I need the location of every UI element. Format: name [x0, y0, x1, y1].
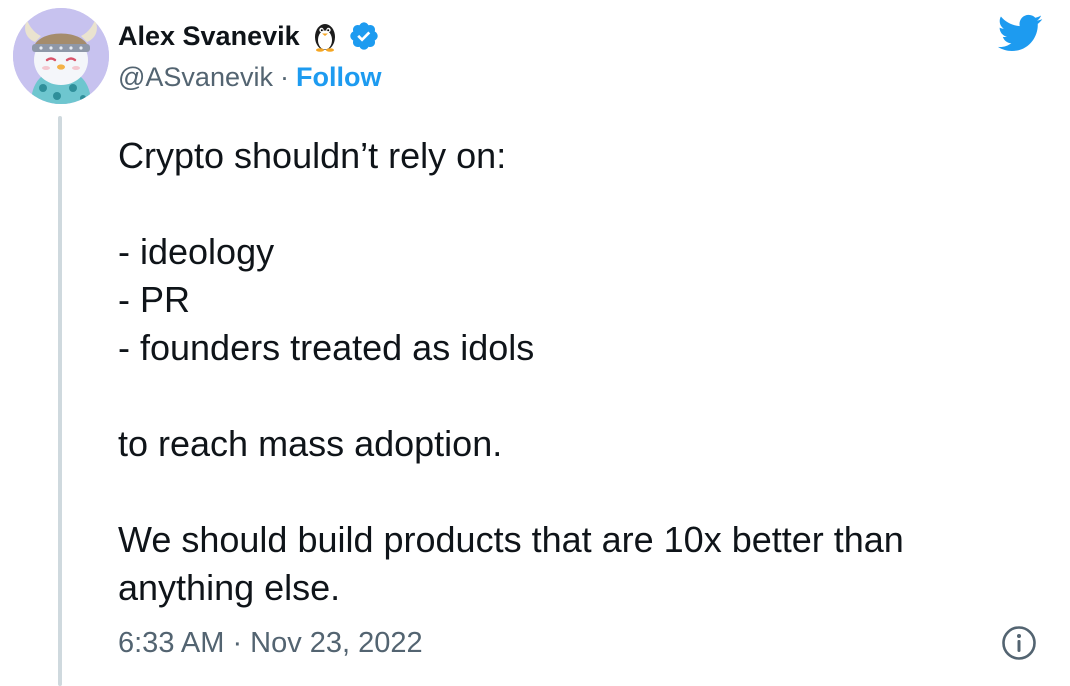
author-name-row: Alex Svanevik: [118, 18, 380, 54]
author-handle-row: @ASvanevik · Follow: [118, 60, 381, 94]
author-handle[interactable]: @ASvanevik: [118, 62, 273, 93]
verified-badge-icon[interactable]: [348, 20, 380, 52]
follow-button[interactable]: Follow: [296, 62, 381, 93]
avatar-image: [13, 8, 109, 104]
tweet-timestamp[interactable]: 6:33 AM · Nov 23, 2022: [118, 624, 423, 662]
penguin-icon: [308, 19, 342, 53]
avatar[interactable]: [13, 8, 109, 104]
tweet-text: Crypto shouldn’t rely on: - ideology - P…: [118, 135, 904, 608]
separator-dot: ·: [279, 61, 289, 92]
author-display-name[interactable]: Alex Svanevik: [118, 21, 300, 52]
twitter-bird-icon[interactable]: [996, 13, 1043, 53]
thread-line: [58, 116, 62, 686]
info-icon[interactable]: [1000, 624, 1038, 662]
